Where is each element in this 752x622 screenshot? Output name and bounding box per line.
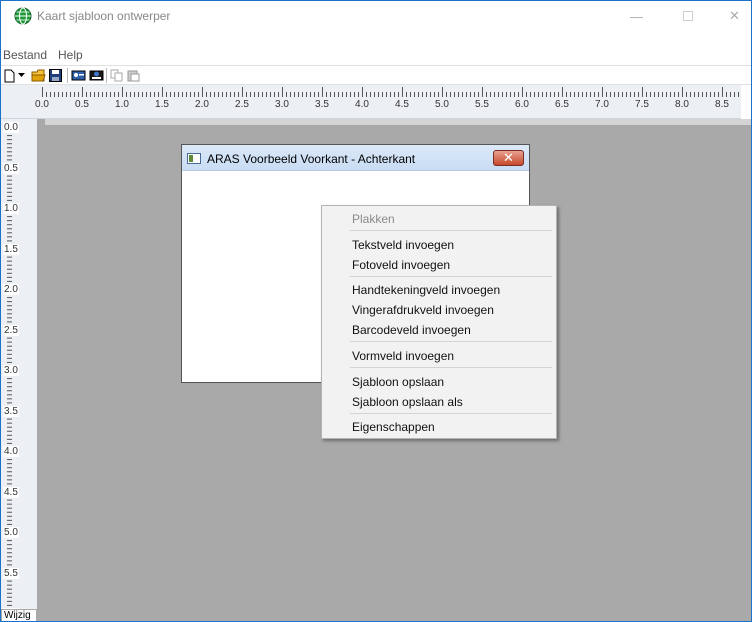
status-label: Wijzig	[1, 609, 37, 621]
card-back-icon[interactable]	[88, 68, 104, 83]
menu-item-sjabloon-opslaan[interactable]: Sjabloon opslaan	[352, 375, 444, 389]
dropdown-arrow-icon[interactable]	[16, 68, 26, 83]
paste-icon[interactable]	[126, 68, 140, 83]
minimize-button[interactable]: —	[614, 1, 659, 31]
menu-item-vingerafdrukveld[interactable]: Vingerafdrukveld invoegen	[352, 303, 494, 317]
new-document-icon[interactable]	[3, 68, 15, 83]
menu-item-eigenschappen[interactable]: Eigenschappen	[352, 420, 435, 434]
workspace-top-strip	[45, 119, 751, 125]
menu-item-handtekeningveld[interactable]: Handtekeningveld invoegen	[352, 283, 500, 297]
toolbar	[1, 65, 751, 85]
ruler-label: 2.0	[195, 99, 209, 110]
copy-icon[interactable]	[109, 68, 123, 83]
ruler-label: 4.0	[3, 446, 19, 457]
ruler-label: 4.0	[355, 99, 369, 110]
ruler-label: 5.5	[475, 99, 489, 110]
app-window: Kaart sjabloon ontwerper — ✕ Bestand Hel…	[0, 0, 752, 622]
ruler-label: 0.5	[75, 99, 89, 110]
ruler-label: 3.0	[3, 365, 19, 376]
ruler-label: 2.5	[235, 99, 249, 110]
ruler-label: 2.0	[3, 284, 19, 295]
menu-separator	[350, 413, 552, 414]
close-button[interactable]: ✕	[712, 1, 751, 31]
ruler-label: 6.5	[555, 99, 569, 110]
maximize-icon	[682, 11, 693, 21]
menu-item-tekstveld[interactable]: Tekstveld invoegen	[352, 238, 454, 252]
save-icon[interactable]	[48, 68, 62, 83]
menu-separator	[350, 276, 552, 277]
template-close-button[interactable]: ✕	[493, 150, 524, 166]
ruler-label: 7.0	[595, 99, 609, 110]
menu-bestand[interactable]: Bestand	[3, 48, 47, 62]
ruler-label: 8.0	[675, 99, 689, 110]
ruler-label: 3.5	[315, 99, 329, 110]
toolbar-separator	[106, 68, 107, 83]
menu-separator	[350, 367, 552, 368]
ruler-label: 5.5	[3, 567, 19, 579]
menu-help[interactable]: Help	[58, 48, 83, 62]
ruler-label: 3.5	[3, 405, 19, 417]
template-window-title: ARAS Voorbeeld Voorkant - Achterkant	[207, 152, 416, 166]
template-window-titlebar[interactable]: ARAS Voorbeeld Voorkant - Achterkant ✕	[182, 145, 529, 171]
menu-item-vormveld[interactable]: Vormveld invoegen	[352, 349, 454, 363]
toolbar-separator	[67, 68, 68, 83]
card-front-icon[interactable]	[70, 68, 86, 83]
menu-item-fotoveld[interactable]: Fotoveld invoegen	[352, 258, 450, 272]
open-folder-icon[interactable]	[30, 68, 46, 83]
menu-separator	[350, 341, 552, 342]
ruler-label: 4.5	[3, 486, 19, 498]
maximize-button[interactable]	[665, 1, 710, 31]
ruler-label: 0.0	[35, 99, 49, 110]
menu-item-plakken[interactable]: Plakken	[352, 212, 395, 226]
ruler-label: 0.5	[3, 162, 19, 174]
title-bar[interactable]: Kaart sjabloon ontwerper — ✕	[1, 1, 751, 31]
window-title: Kaart sjabloon ontwerper	[37, 9, 171, 23]
context-menu: Plakken Tekstveld invoegen Fotoveld invo…	[321, 205, 557, 439]
ruler-label: 1.0	[3, 203, 19, 214]
ruler-label: 1.0	[115, 99, 129, 110]
window-icon	[187, 153, 201, 164]
horizontal-ruler: 0.0 0.5 1.0 1.5 2.0 2.5 3.0 3.5 4.0 4.5 5.0 5.5 6.0 6…	[1, 85, 741, 119]
ruler-label: 1.5	[155, 99, 169, 110]
globe-icon	[14, 7, 32, 25]
ruler-label: 4.5	[395, 99, 409, 110]
ruler-label: 0.0	[3, 122, 19, 133]
ruler-label: 1.5	[3, 243, 19, 255]
ruler-label: 7.5	[635, 99, 649, 110]
ruler-label: 5.0	[435, 99, 449, 110]
ruler-label: 8.5	[715, 99, 729, 110]
menu-bar: Bestand Help	[1, 46, 751, 63]
menu-item-barcodeveld[interactable]: Barcodeveld invoegen	[352, 323, 471, 337]
ruler-label: 2.5	[3, 324, 19, 336]
menu-separator	[350, 230, 552, 231]
vertical-ruler: 0.00.51.01.52.02.53.03.54.04.55.05.56.0	[1, 119, 37, 619]
ruler-label: 5.0	[3, 527, 19, 538]
ruler-label: 3.0	[275, 99, 289, 110]
menu-item-sjabloon-opslaan-als[interactable]: Sjabloon opslaan als	[352, 395, 463, 409]
ruler-label: 6.0	[515, 99, 529, 110]
